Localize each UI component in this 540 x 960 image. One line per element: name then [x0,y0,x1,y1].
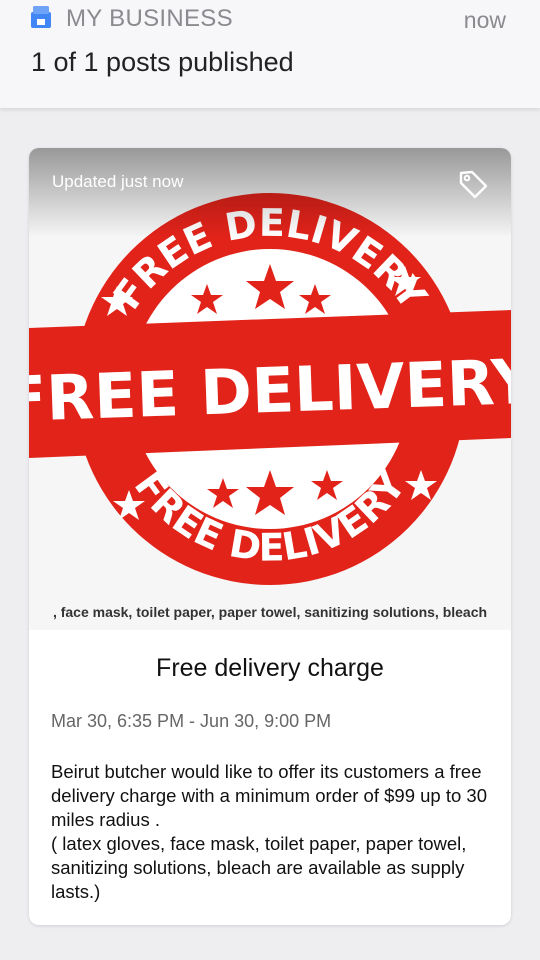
notification-app-name: MY BUSINESS [66,5,233,32]
post-body-paragraph-1: Beirut butcher would like to offer its c… [51,761,487,830]
image-top-gradient [29,148,511,238]
post-card[interactable]: FREE DELIVERY FREE DELIVERY [29,148,511,925]
post-body-paragraph-2: ( latex gloves, face mask, toilet paper,… [51,833,467,902]
post-body: Beirut butcher would like to offer its c… [51,760,501,904]
tag-icon[interactable] [457,168,489,200]
post-dates: Mar 30, 6:35 PM - Jun 30, 9:00 PM [51,711,332,731]
updated-label: Updated just now [52,172,184,191]
notification-message: 1 of 1 posts published [31,47,294,77]
notification-time: now [463,7,506,33]
post-image[interactable]: FREE DELIVERY FREE DELIVERY [29,148,511,630]
supply-list-strip: , face mask, toilet paper, paper towel, … [52,604,488,620]
google-my-business-icon [31,6,51,28]
post-title: Free delivery charge [156,654,384,682]
notification-banner[interactable]: MY BUSINESS now 1 of 1 posts published [0,0,540,108]
